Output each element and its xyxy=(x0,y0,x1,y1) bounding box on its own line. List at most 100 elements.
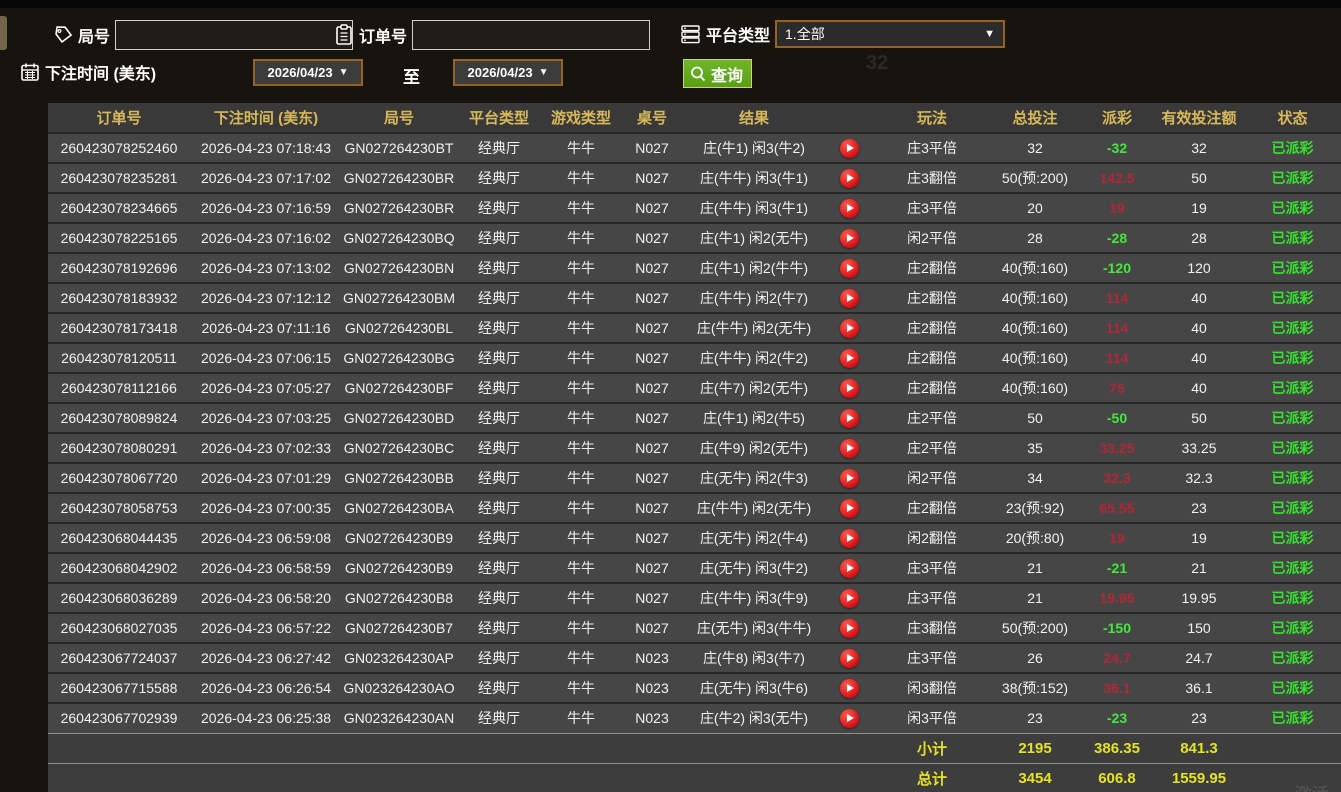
date-from-picker[interactable]: 2026/04/23▼ xyxy=(253,59,363,86)
valid-bet-cell: 19 xyxy=(1154,193,1244,223)
total-bet-cell: 21 xyxy=(990,553,1080,583)
subtotal-label: 小计 xyxy=(874,733,990,763)
play-cell xyxy=(824,223,874,253)
table-row: 2604230780802912026-04-23 07:02:33GN0272… xyxy=(48,433,1341,463)
platform-cell: 经典厅 xyxy=(456,313,542,343)
valid-bet-cell: 50 xyxy=(1154,163,1244,193)
total-bet-cell: 40(预:160) xyxy=(990,283,1080,313)
total-bet-cell: 40(预:160) xyxy=(990,373,1080,403)
play-video-icon[interactable] xyxy=(840,229,859,248)
valid-bet-cell: 150 xyxy=(1154,613,1244,643)
round-cell: GN027264230B9 xyxy=(342,523,456,553)
order-number-input[interactable] xyxy=(412,20,650,50)
order-cell: 260423068027035 xyxy=(48,613,190,643)
platform-cell: 经典厅 xyxy=(456,673,542,703)
play-video-icon[interactable] xyxy=(840,619,859,638)
round-cell: GN027264230BG xyxy=(342,343,456,373)
method-cell: 庄2翻倍 xyxy=(874,313,990,343)
col-header-game: 游戏类型 xyxy=(542,103,620,133)
platform-type-select[interactable]: 1.全部 ▼ xyxy=(775,20,1005,48)
platform-cell: 经典厅 xyxy=(456,343,542,373)
result-cell: 庄(牛8) 闲3(牛7) xyxy=(684,643,824,673)
status-cell: 已派彩 xyxy=(1244,583,1341,613)
play-cell xyxy=(824,403,874,433)
total-bet-cell: 38(预:152) xyxy=(990,673,1080,703)
play-video-icon[interactable] xyxy=(840,709,859,728)
table-row: 2604230781926962026-04-23 07:13:02GN0272… xyxy=(48,253,1341,283)
play-video-icon[interactable] xyxy=(840,259,859,278)
round-cell: GN027264230B9 xyxy=(342,553,456,583)
play-video-icon[interactable] xyxy=(840,199,859,218)
order-cell: 260423078183932 xyxy=(48,283,190,313)
method-cell: 庄2翻倍 xyxy=(874,343,990,373)
play-cell xyxy=(824,463,874,493)
bet-time-label: 下注时间 (美东) xyxy=(45,60,156,84)
result-cell: 庄(牛牛) 闲2(牛7) xyxy=(684,283,824,313)
play-video-icon[interactable] xyxy=(840,439,859,458)
result-cell: 庄(牛牛) 闲3(牛1) xyxy=(684,163,824,193)
status-cell: 已派彩 xyxy=(1244,673,1341,703)
payout-cell: -120 xyxy=(1080,253,1154,283)
play-video-icon[interactable] xyxy=(840,679,859,698)
table-row: 2604230782524602026-04-23 07:18:43GN0272… xyxy=(48,133,1341,163)
query-button[interactable]: 查询 xyxy=(683,59,752,88)
play-video-icon[interactable] xyxy=(840,499,859,518)
play-video-icon[interactable] xyxy=(840,589,859,608)
payout-cell: 36.1 xyxy=(1080,673,1154,703)
round-cell: GN027264230B8 xyxy=(342,583,456,613)
method-cell: 庄3翻倍 xyxy=(874,163,990,193)
play-video-icon[interactable] xyxy=(840,169,859,188)
platform-cell: 经典厅 xyxy=(456,643,542,673)
play-video-icon[interactable] xyxy=(840,289,859,308)
game-cell: 牛牛 xyxy=(542,253,620,283)
platform-cell: 经典厅 xyxy=(456,463,542,493)
play-video-icon[interactable] xyxy=(840,559,859,578)
valid-bet-cell: 19.95 xyxy=(1154,583,1244,613)
valid-bet-cell: 21 xyxy=(1154,553,1244,583)
table-row: 2604230781839322026-04-23 07:12:12GN0272… xyxy=(48,283,1341,313)
round-number-input[interactable] xyxy=(115,20,353,50)
platform-cell: 经典厅 xyxy=(456,283,542,313)
table-no-cell: N027 xyxy=(620,283,684,313)
play-video-icon[interactable] xyxy=(840,529,859,548)
time-cell: 2026-04-23 07:01:29 xyxy=(190,463,342,493)
order-cell: 260423078225165 xyxy=(48,223,190,253)
table-row: 2604230680362892026-04-23 06:58:20GN0272… xyxy=(48,583,1341,613)
table-no-cell: N027 xyxy=(620,343,684,373)
col-header-order: 订单号 xyxy=(48,103,190,133)
table-row: 2604230780898242026-04-23 07:03:25GN0272… xyxy=(48,403,1341,433)
date-to-picker[interactable]: 2026/04/23▼ xyxy=(453,59,563,86)
play-video-icon[interactable] xyxy=(840,649,859,668)
time-cell: 2026-04-23 07:05:27 xyxy=(190,373,342,403)
play-cell xyxy=(824,163,874,193)
table-row: 2604230781121662026-04-23 07:05:27GN0272… xyxy=(48,373,1341,403)
play-video-icon[interactable] xyxy=(840,349,859,368)
play-video-icon[interactable] xyxy=(840,409,859,428)
order-cell: 260423068036289 xyxy=(48,583,190,613)
table-no-cell: N027 xyxy=(620,463,684,493)
round-cell: GN023264230AN xyxy=(342,703,456,733)
method-cell: 庄2翻倍 xyxy=(874,493,990,523)
platform-cell: 经典厅 xyxy=(456,553,542,583)
status-cell: 已派彩 xyxy=(1244,283,1341,313)
play-video-icon[interactable] xyxy=(840,469,859,488)
play-cell xyxy=(824,313,874,343)
table-no-cell: N027 xyxy=(620,433,684,463)
payout-cell: -21 xyxy=(1080,553,1154,583)
result-cell: 庄(无牛) 闲3(牛牛) xyxy=(684,613,824,643)
time-cell: 2026-04-23 06:59:08 xyxy=(190,523,342,553)
play-video-icon[interactable] xyxy=(840,139,859,158)
result-cell: 庄(牛7) 闲2(无牛) xyxy=(684,373,824,403)
platform-cell: 经典厅 xyxy=(456,493,542,523)
play-video-icon[interactable] xyxy=(840,379,859,398)
status-cell: 已派彩 xyxy=(1244,253,1341,283)
result-cell: 庄(牛1) 闲2(无牛) xyxy=(684,223,824,253)
method-cell: 庄3平倍 xyxy=(874,133,990,163)
time-cell: 2026-04-23 07:12:12 xyxy=(190,283,342,313)
table-no-cell: N027 xyxy=(620,373,684,403)
status-cell: 已派彩 xyxy=(1244,703,1341,733)
play-cell xyxy=(824,553,874,583)
round-cell: GN027264230BT xyxy=(342,133,456,163)
play-video-icon[interactable] xyxy=(840,319,859,338)
game-cell: 牛牛 xyxy=(542,613,620,643)
